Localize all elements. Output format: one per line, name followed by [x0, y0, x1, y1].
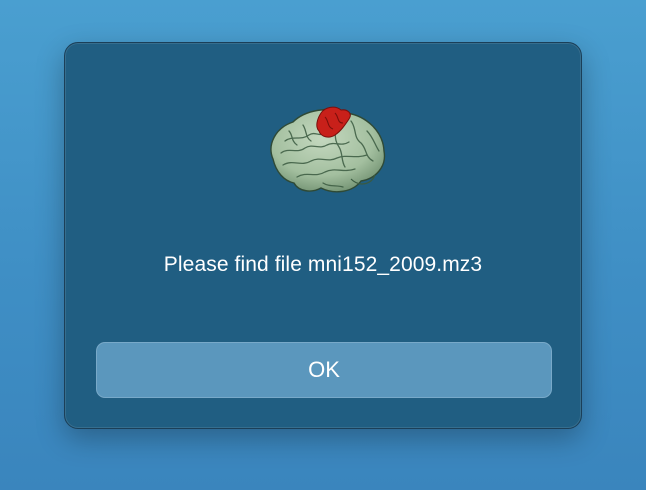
dialog-message: Please find file mni152_2009.mz3	[163, 253, 483, 276]
alert-dialog: Please find file mni152_2009.mz3 OK	[64, 42, 582, 429]
ok-button[interactable]: OK	[96, 342, 552, 398]
brain-icon	[263, 101, 389, 201]
